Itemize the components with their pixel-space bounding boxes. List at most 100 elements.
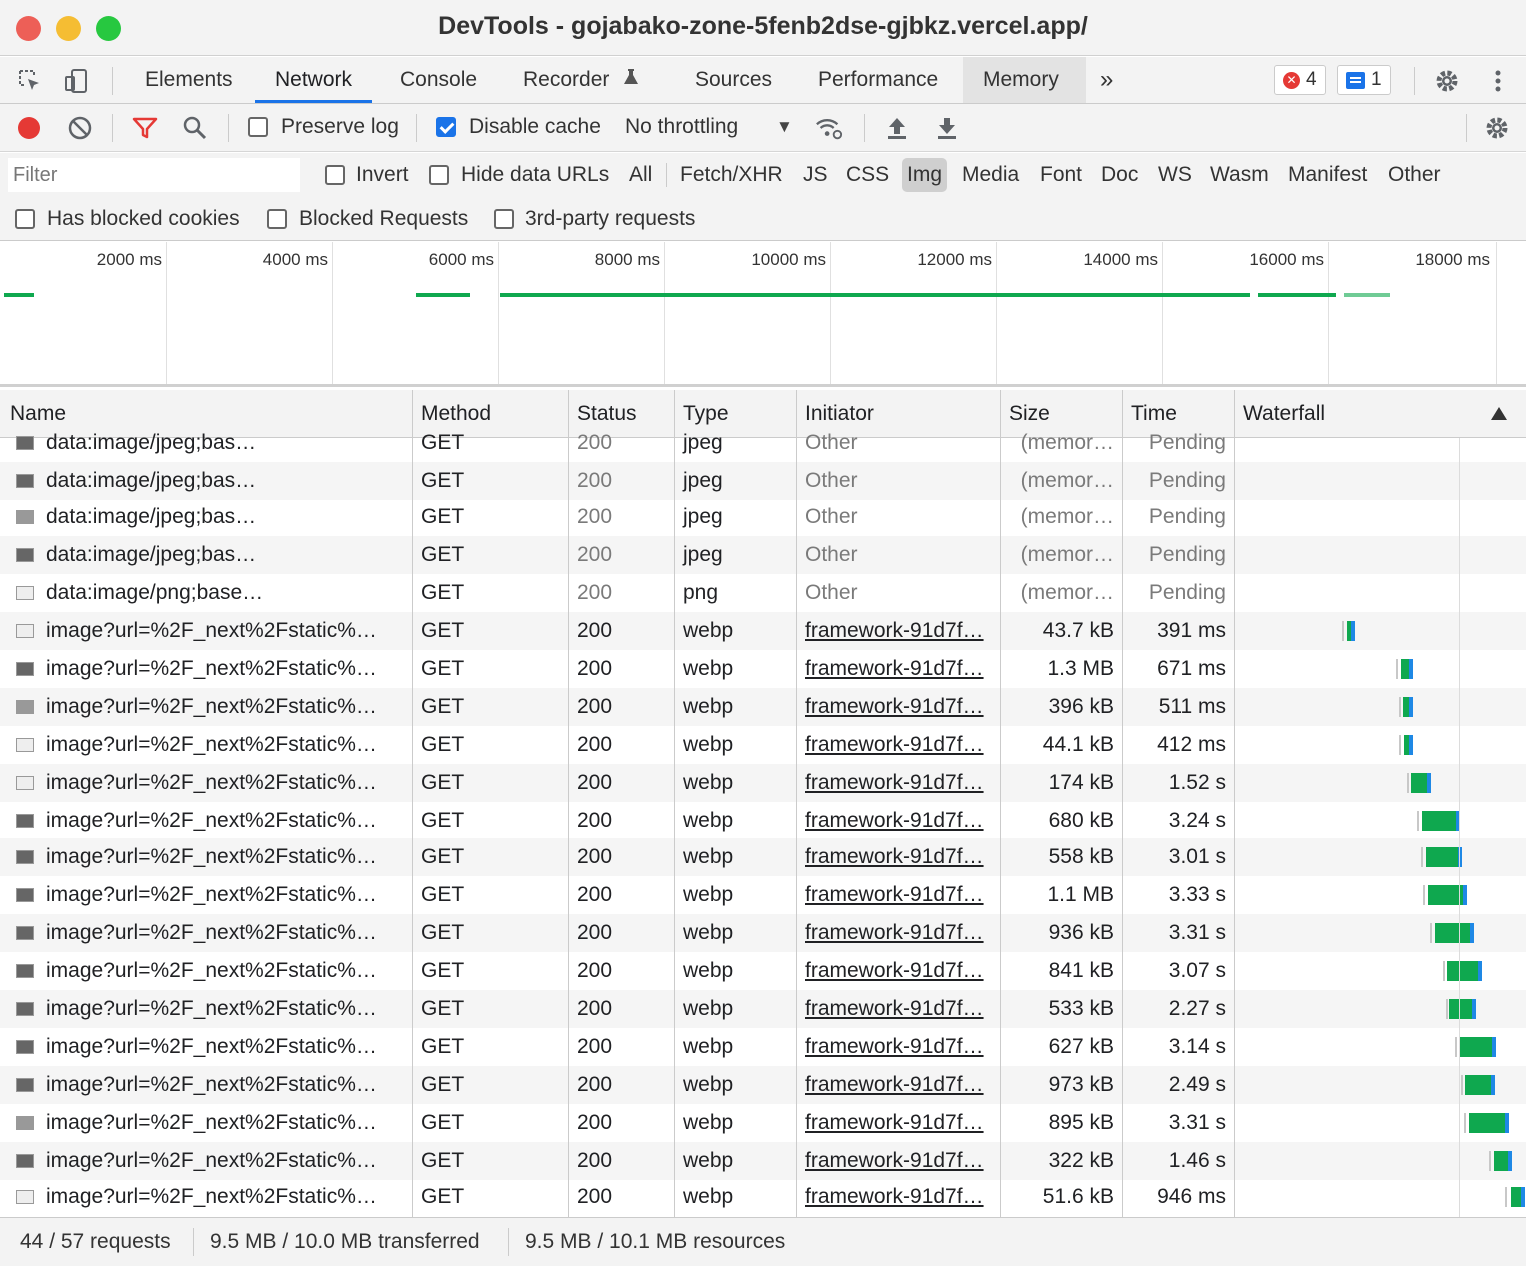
inspect-element-icon[interactable] — [16, 67, 44, 95]
request-initiator[interactable]: framework-91d7f… — [797, 1178, 1000, 1216]
table-row[interactable]: image?url=%2F_next%2Fstatic%… GET 200 webp f… — [0, 952, 1526, 990]
filter-type-img[interactable]: Img — [902, 158, 948, 192]
network-conditions-icon[interactable] — [815, 114, 843, 142]
table-row[interactable]: image?url=%2F_next%2Fstatic%… GET 200 webp f… — [0, 612, 1526, 650]
table-row[interactable]: image?url=%2F_next%2Fstatic%… GET 200 webp f… — [0, 914, 1526, 952]
request-initiator[interactable]: framework-91d7f… — [797, 1142, 1000, 1180]
has-blocked-cookies-checkbox[interactable] — [15, 209, 35, 229]
filter-type-media[interactable]: Media — [957, 158, 1024, 192]
table-row[interactable]: data:image/jpeg;bas… GET 200 jpeg Other (memo… — [0, 424, 1526, 462]
table-row[interactable]: image?url=%2F_next%2Fstatic%… GET 200 webp f… — [0, 1104, 1526, 1142]
table-row[interactable]: data:image/jpeg;bas… GET 200 jpeg Other (memo… — [0, 498, 1526, 536]
table-row[interactable]: image?url=%2F_next%2Fstatic%… GET 200 webp f… — [0, 650, 1526, 688]
blocked-requests-label[interactable]: Blocked Requests — [299, 207, 468, 231]
filter-type-js[interactable]: JS — [798, 158, 833, 192]
network-overview-timeline[interactable]: 2000 ms 4000 ms 6000 ms 8000 ms 10000 ms… — [0, 242, 1526, 387]
waterfall-bar[interactable] — [1401, 659, 1409, 679]
settings-gear-icon[interactable] — [1433, 67, 1461, 95]
has-blocked-cookies-label[interactable]: Has blocked cookies — [47, 207, 240, 231]
table-row[interactable]: image?url=%2F_next%2Fstatic%… GET 200 webp f… — [0, 1028, 1526, 1066]
waterfall-bar[interactable] — [1465, 1075, 1491, 1095]
filter-type-manifest[interactable]: Manifest — [1283, 158, 1372, 192]
table-row[interactable]: image?url=%2F_next%2Fstatic%… GET 200 webp f… — [0, 876, 1526, 914]
request-initiator[interactable]: framework-91d7f… — [797, 914, 1000, 952]
preserve-log-label[interactable]: Preserve log — [281, 115, 399, 139]
request-initiator[interactable]: framework-91d7f… — [797, 990, 1000, 1028]
column-divider[interactable] — [674, 390, 675, 1217]
table-row[interactable]: data:image/jpeg;bas… GET 200 jpeg Other (memo… — [0, 536, 1526, 574]
waterfall-bar[interactable] — [1449, 999, 1472, 1019]
filter-type-font[interactable]: Font — [1035, 158, 1087, 192]
waterfall-bar[interactable] — [1428, 885, 1463, 905]
waterfall-bar[interactable] — [1435, 923, 1470, 943]
chevron-down-icon[interactable]: ▼ — [776, 117, 793, 137]
waterfall-bar[interactable] — [1494, 1151, 1508, 1171]
table-row[interactable]: image?url=%2F_next%2Fstatic%… GET 200 webp f… — [0, 1066, 1526, 1104]
filter-type-ws[interactable]: WS — [1153, 158, 1197, 192]
table-row[interactable]: image?url=%2F_next%2Fstatic%… GET 200 webp f… — [0, 802, 1526, 840]
filter-type-doc[interactable]: Doc — [1096, 158, 1143, 192]
waterfall-bar[interactable] — [1511, 1187, 1521, 1207]
table-row[interactable]: image?url=%2F_next%2Fstatic%… GET 200 webp f… — [0, 1142, 1526, 1180]
table-row[interactable]: image?url=%2F_next%2Fstatic%… GET 200 webp f… — [0, 688, 1526, 726]
waterfall-bar[interactable] — [1411, 773, 1427, 793]
table-row[interactable]: image?url=%2F_next%2Fstatic%… GET 200 webp f… — [0, 990, 1526, 1028]
waterfall-bar[interactable] — [1422, 811, 1456, 831]
request-initiator[interactable]: framework-91d7f… — [797, 1104, 1000, 1142]
tab-recorder[interactable]: Recorder — [503, 57, 639, 103]
table-row[interactable]: image?url=%2F_next%2Fstatic%… GET 200 webp f… — [0, 764, 1526, 802]
column-divider[interactable] — [796, 390, 797, 1217]
request-initiator[interactable]: framework-91d7f… — [797, 726, 1000, 764]
network-settings-gear-icon[interactable] — [1483, 114, 1511, 142]
filter-type-wasm[interactable]: Wasm — [1205, 158, 1274, 192]
request-initiator[interactable]: framework-91d7f… — [797, 688, 1000, 726]
waterfall-bar[interactable] — [1459, 1037, 1492, 1057]
request-initiator[interactable]: framework-91d7f… — [797, 650, 1000, 688]
column-divider[interactable] — [1122, 390, 1123, 1217]
invert-checkbox[interactable] — [325, 165, 345, 185]
tab-memory[interactable]: Memory — [963, 57, 1086, 103]
throttling-select[interactable]: No throttling — [625, 115, 738, 139]
column-divider[interactable] — [412, 390, 413, 1217]
table-row[interactable]: image?url=%2F_next%2Fstatic%… GET 200 webp f… — [0, 726, 1526, 764]
column-divider[interactable] — [1000, 390, 1001, 1217]
table-row[interactable]: data:image/jpeg;bas… GET 200 jpeg Other (memo… — [0, 462, 1526, 500]
tab-console[interactable]: Console — [380, 57, 497, 103]
search-icon[interactable] — [181, 114, 209, 142]
third-party-requests-checkbox[interactable] — [494, 209, 514, 229]
filter-type-fetch-xhr[interactable]: Fetch/XHR — [675, 158, 788, 192]
waterfall-bar[interactable] — [1447, 961, 1478, 981]
blocked-requests-checkbox[interactable] — [267, 209, 287, 229]
tab-elements[interactable]: Elements — [125, 57, 253, 103]
export-har-icon[interactable] — [933, 114, 961, 142]
kebab-menu-icon[interactable] — [1484, 67, 1512, 95]
filter-funnel-icon[interactable] — [131, 114, 159, 142]
disable-cache-checkbox[interactable] — [436, 117, 456, 137]
tab-network[interactable]: Network — [255, 57, 373, 103]
invert-label[interactable]: Invert — [356, 163, 409, 187]
table-row[interactable]: image?url=%2F_next%2Fstatic%… GET 200 webp f… — [0, 838, 1526, 876]
filter-type-css[interactable]: CSS — [841, 158, 894, 192]
third-party-requests-label[interactable]: 3rd-party requests — [525, 207, 695, 231]
more-tabs-icon[interactable]: » — [1090, 57, 1123, 103]
column-divider[interactable] — [568, 390, 569, 1217]
record-icon[interactable] — [15, 114, 43, 142]
import-har-icon[interactable] — [883, 114, 911, 142]
tab-sources[interactable]: Sources — [675, 57, 792, 103]
disable-cache-label[interactable]: Disable cache — [469, 115, 601, 139]
column-divider[interactable] — [1234, 390, 1235, 1217]
request-initiator[interactable]: framework-91d7f… — [797, 1028, 1000, 1066]
tab-performance[interactable]: Performance — [798, 57, 958, 103]
table-row[interactable]: data:image/png;base… GET 200 png Other (memor… — [0, 574, 1526, 612]
device-toolbar-icon[interactable] — [62, 67, 90, 95]
waterfall-bar[interactable] — [1426, 847, 1458, 867]
waterfall-bar[interactable] — [1469, 1113, 1505, 1133]
request-initiator[interactable]: framework-91d7f… — [797, 1066, 1000, 1104]
clear-icon[interactable] — [66, 114, 94, 142]
request-initiator[interactable]: framework-91d7f… — [797, 802, 1000, 840]
message-count-badge[interactable]: 1 — [1337, 65, 1391, 95]
table-row[interactable]: image?url=%2F_next%2Fstatic%… GET 200 webp f… — [0, 1178, 1526, 1216]
request-initiator[interactable]: framework-91d7f… — [797, 952, 1000, 990]
request-initiator[interactable]: framework-91d7f… — [797, 764, 1000, 802]
request-initiator[interactable]: framework-91d7f… — [797, 612, 1000, 650]
